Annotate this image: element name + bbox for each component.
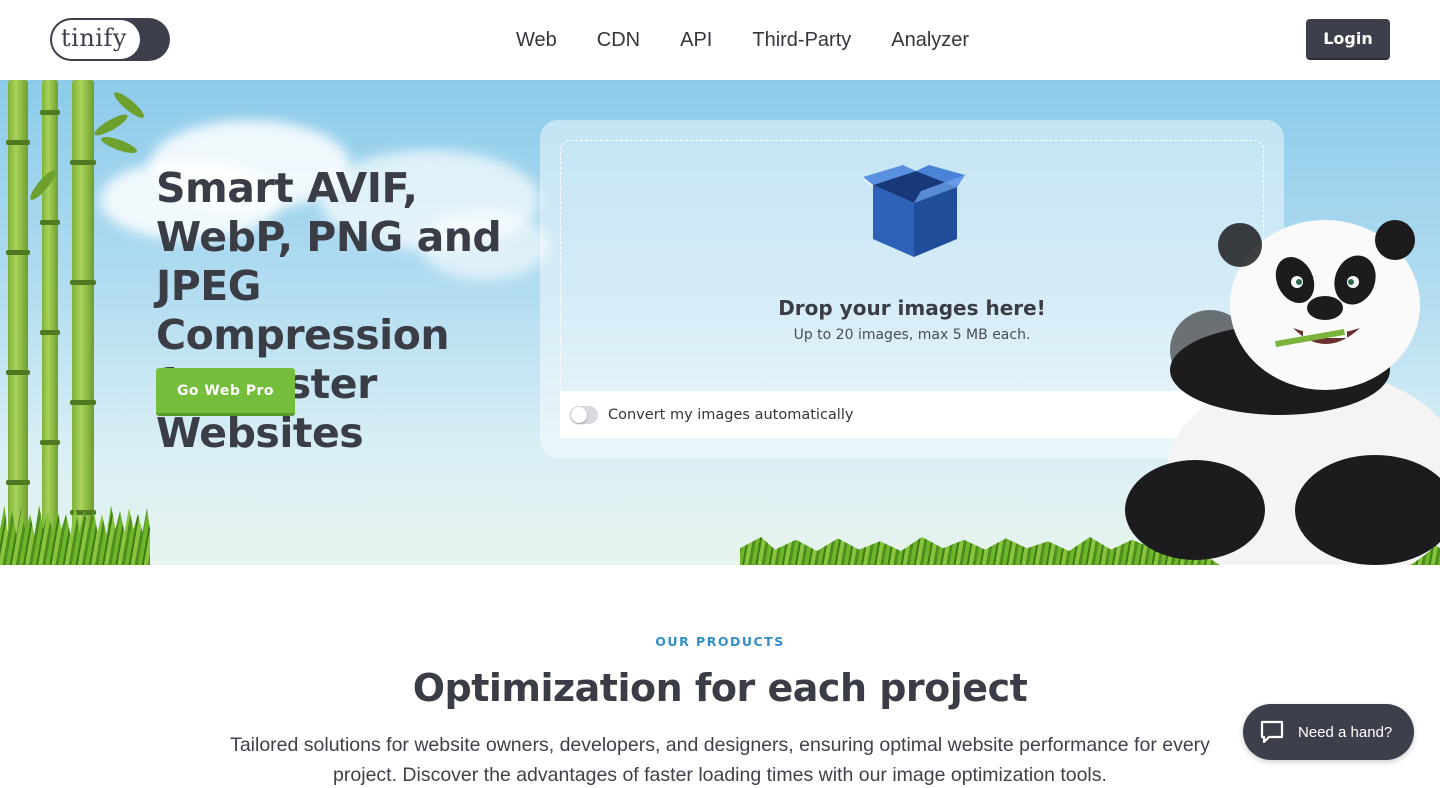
help-label: Need a hand? xyxy=(1298,723,1393,741)
login-button[interactable]: Login xyxy=(1306,19,1390,60)
nav-link-api[interactable]: API xyxy=(680,29,712,52)
nav-link-web[interactable]: Web xyxy=(516,29,557,52)
convert-toggle[interactable] xyxy=(570,405,598,424)
box-icon xyxy=(863,165,965,257)
toggle-knob xyxy=(571,406,587,423)
panda-mascot xyxy=(1125,220,1440,565)
nav-link-analyzer[interactable]: Analyzer xyxy=(891,29,969,52)
nav-link-third-party[interactable]: Third-Party xyxy=(752,29,851,52)
bamboo-leaf xyxy=(99,133,139,157)
bamboo-stalk xyxy=(70,80,96,565)
section-description: Tailored solutions for website owners, d… xyxy=(230,734,1210,786)
nav-link-cdn[interactable]: CDN xyxy=(597,29,640,52)
help-chat-button[interactable]: Need a hand? xyxy=(1243,704,1414,760)
bamboo-stalk xyxy=(40,80,60,565)
tinify-logo[interactable]: tinify xyxy=(50,18,170,61)
site-header: tinify Web CDN API Third-Party Analyzer … xyxy=(0,0,1440,80)
chat-bubble-icon xyxy=(1260,720,1284,744)
section-eyebrow: OUR PRODUCTS xyxy=(655,634,785,649)
logo-text: tinify xyxy=(52,20,140,59)
convert-label: Convert my images automatically xyxy=(608,406,854,423)
bamboo-stalk xyxy=(6,80,30,565)
section-title: Optimization for each project xyxy=(412,666,1028,710)
go-web-pro-button[interactable]: Go Web Pro xyxy=(156,368,295,416)
main-nav: Web CDN API Third-Party Analyzer xyxy=(496,0,989,80)
bamboo-leaf xyxy=(92,111,130,139)
